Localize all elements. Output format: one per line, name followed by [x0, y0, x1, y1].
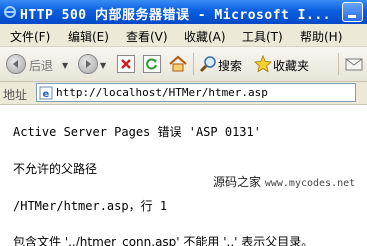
- toolbar: 后退 ▼ ▼ 搜索 收藏夹: [0, 47, 367, 82]
- mail-icon[interactable]: [345, 56, 363, 72]
- address-bar: 地址 e http://localhost/HTMer/htmer.asp: [0, 82, 367, 105]
- minimize-button[interactable]: [342, 2, 363, 22]
- page-icon: e: [39, 86, 53, 100]
- menu-help[interactable]: 帮助(H): [300, 28, 342, 45]
- title-bar: HTTP 500 内部服务器错误 - Microsoft I...: [0, 0, 367, 24]
- stop-icon[interactable]: [117, 55, 135, 73]
- menu-edit[interactable]: 编辑(E): [68, 28, 109, 45]
- back-dropdown-icon[interactable]: ▼: [62, 61, 68, 70]
- watermark-url: www.mycodes.net: [264, 178, 356, 189]
- menu-tools[interactable]: 工具(T): [242, 28, 283, 45]
- error-location: /HTMer/htmer.asp，行 1: [13, 199, 168, 213]
- toolbar-separator: [338, 53, 339, 75]
- forward-dropdown-icon[interactable]: ▼: [100, 61, 106, 70]
- watermark-name: 源码之家: [213, 175, 262, 189]
- error-heading: Active Server Pages 错误 'ASP 0131': [13, 125, 261, 139]
- window-title: HTTP 500 内部服务器错误 - Microsoft I...: [20, 8, 331, 23]
- ie-app-icon: [4, 6, 16, 18]
- menu-file[interactable]: 文件(F): [10, 28, 50, 45]
- address-input[interactable]: e http://localhost/HTMer/htmer.asp: [36, 83, 356, 102]
- favorites-button-label[interactable]: 收藏夹: [273, 57, 309, 74]
- menu-bar: 文件(F) 编辑(E) 查看(V) 收藏(A) 工具(T) 帮助(H): [0, 24, 367, 47]
- menu-favorites[interactable]: 收藏(A): [184, 28, 226, 45]
- refresh-icon[interactable]: [143, 55, 161, 73]
- favorites-star-icon[interactable]: [254, 55, 272, 73]
- home-icon[interactable]: [168, 54, 188, 74]
- address-label: 地址: [3, 88, 28, 102]
- watermark: 源码之家 www.mycodes.net: [213, 173, 355, 190]
- search-button-label[interactable]: 搜索: [218, 57, 242, 74]
- address-url: http://localhost/HTMer/htmer.asp: [56, 86, 268, 99]
- page-content: Active Server Pages 错误 'ASP 0131' 不允许的父路…: [0, 105, 367, 246]
- back-button-label[interactable]: 后退: [29, 57, 53, 74]
- forward-arrow-icon[interactable]: [78, 54, 98, 74]
- menu-view[interactable]: 查看(V): [126, 28, 168, 45]
- back-arrow-icon[interactable]: [6, 54, 26, 74]
- toolbar-separator: [193, 53, 194, 75]
- error-detail: 包含文件 '../htmer_conn.asp' 不能用 '..' 表示父目录。: [13, 235, 314, 246]
- search-icon[interactable]: [199, 55, 217, 73]
- svg-text:e: e: [43, 89, 50, 100]
- error-message: 不允许的父路径: [13, 162, 98, 176]
